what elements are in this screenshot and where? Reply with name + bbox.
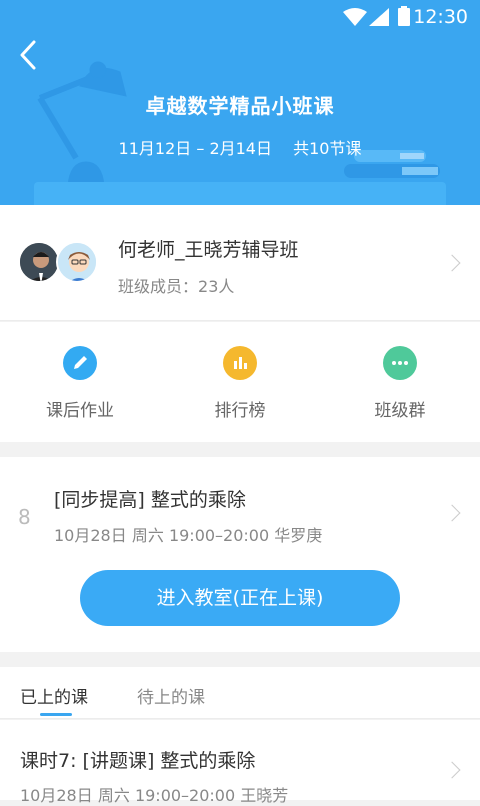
lesson-meta: 10月28日 周六 19:00–20:00 华罗庚 [54, 522, 322, 546]
lesson-number: 8 [18, 505, 31, 529]
class-members: 班级成员：23人 [118, 273, 234, 297]
lesson-date: 10月28日 [54, 526, 127, 545]
desk-illustration [34, 182, 446, 205]
chevron-right-icon [443, 504, 461, 522]
status-bar: 12:30 [0, 0, 480, 34]
active-tab-indicator [40, 713, 72, 716]
tab-completed-lessons[interactable]: 已上的课 [20, 683, 88, 708]
course-schedule: 11月12日 – 2月14日 共10节课 [0, 135, 480, 159]
past-lesson-meta: 10月28日 周六 19:00–20:00 王晓芳 [20, 782, 288, 806]
teacher-avatar [18, 241, 60, 283]
class-info-card[interactable]: 何老师_王晓芳辅导班 班级成员：23人 [0, 205, 480, 321]
course-date-range: 11月12日 – 2月14日 [118, 139, 272, 158]
chevron-right-icon [443, 254, 461, 272]
desk-lamp-illustration [37, 61, 127, 187]
signal-icon [369, 8, 389, 26]
bar-chart-icon [223, 346, 257, 380]
chat-bubble-icon [383, 346, 417, 380]
past-lesson-time: 19:00–20:00 [134, 786, 236, 805]
pencil-icon [63, 346, 97, 380]
ranking-shortcut[interactable]: 排行榜 [180, 346, 300, 421]
wifi-icon [343, 8, 367, 26]
course-header: 12:30 卓越数学精品小班课 11月12日 – 2月14日 共10节课 [0, 0, 480, 205]
course-lesson-count: 共10节课 [293, 139, 362, 158]
lesson-teacher: 华罗庚 [274, 526, 323, 545]
homework-shortcut[interactable]: 课后作业 [20, 346, 140, 421]
class-shortcuts: 课后作业 排行榜 班级群 [0, 322, 480, 442]
lesson-tabs: 已上的课 待上的课 [0, 667, 480, 719]
tab-upcoming-lessons[interactable]: 待上的课 [137, 683, 205, 708]
past-lesson-weekday: 周六 [97, 786, 130, 805]
enter-classroom-button[interactable]: 进入教室(正在上课) [80, 570, 400, 626]
member-label: 班级成员： [118, 277, 199, 296]
ranking-label: 排行榜 [214, 401, 266, 421]
chevron-right-icon [443, 761, 461, 779]
battery-icon [398, 6, 410, 26]
class-group-shortcut[interactable]: 班级群 [340, 346, 460, 421]
class-group-label: 班级群 [374, 401, 426, 421]
current-lesson-card: 8 [同步提高] 整式的乘除 10月28日 周六 19:00–20:00 华罗庚… [0, 457, 480, 652]
past-lesson-title: 课时7: [讲题课] 整式的乘除 [20, 750, 256, 772]
member-count: 23人 [198, 277, 235, 296]
past-lesson-teacher: 王晓芳 [240, 786, 289, 805]
tutor-avatar [56, 241, 98, 283]
lesson-weekday: 周六 [131, 526, 164, 545]
class-name: 何老师_王晓芳辅导班 [118, 239, 299, 261]
past-lesson-date: 10月28日 [20, 786, 93, 805]
status-time: 12:30 [413, 6, 468, 28]
course-title: 卓越数学精品小班课 [145, 94, 335, 118]
lesson-title[interactable]: [同步提高] 整式的乘除 [54, 485, 246, 512]
lesson-time: 19:00–20:00 [168, 526, 270, 545]
past-lesson-item[interactable]: 课时7: [讲题课] 整式的乘除 10月28日 周六 19:00–20:00 王… [0, 720, 480, 805]
homework-label: 课后作业 [46, 401, 114, 421]
